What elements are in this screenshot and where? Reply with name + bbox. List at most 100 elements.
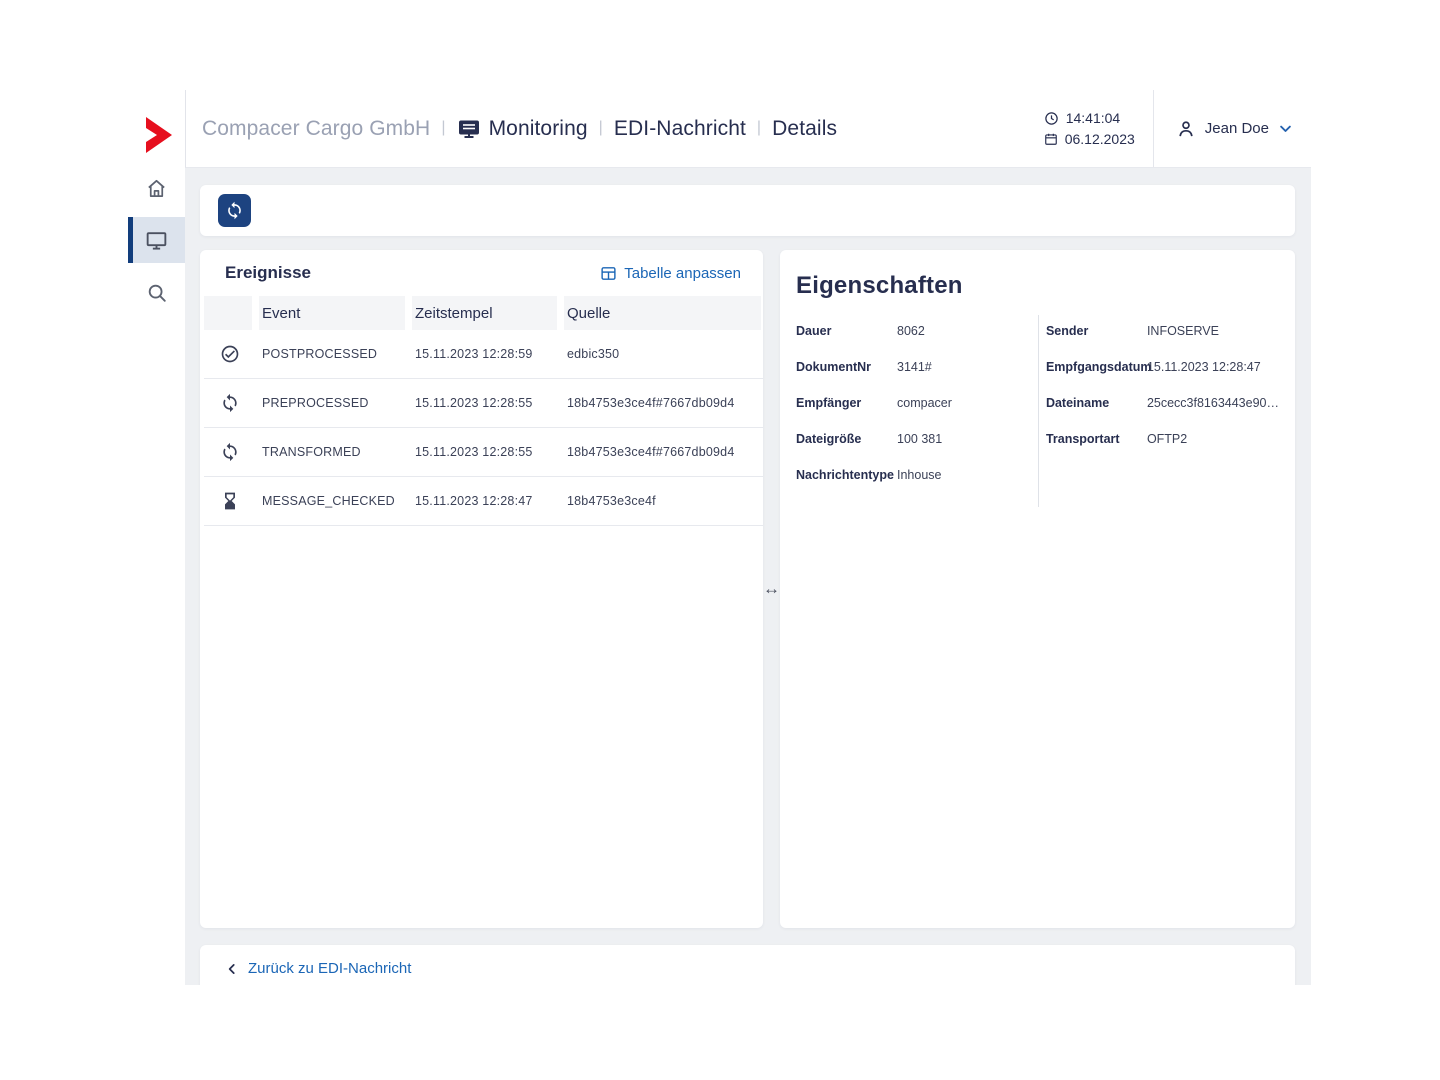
property-label: Empfgangsdatum bbox=[1046, 361, 1147, 374]
chevron-right-logo-icon bbox=[142, 114, 178, 156]
refresh-button[interactable] bbox=[218, 194, 251, 227]
source-cell: edbic350 bbox=[564, 347, 761, 361]
event-cell: TRANSFORMED bbox=[259, 445, 405, 459]
property-label: DokumentNr bbox=[796, 361, 897, 374]
sync-icon bbox=[204, 393, 252, 413]
sidebar-item-monitoring[interactable] bbox=[128, 217, 185, 263]
table-row[interactable]: TRANSFORMED 15.11.2023 12:28:55 18b4753e… bbox=[204, 428, 763, 477]
property-label: Dateigröße bbox=[796, 433, 897, 446]
clock-icon bbox=[1044, 111, 1059, 126]
properties-right-column: Sender INFOSERVE Empfgangsdatum 15.11.20… bbox=[1029, 325, 1279, 482]
property-label: Nachrichtentype bbox=[796, 469, 897, 482]
breadcrumb-separator: | bbox=[757, 119, 761, 137]
property-row: Empfänger compacer bbox=[796, 397, 1029, 410]
breadcrumb: Compacer Cargo GmbH | Monitoring | EDI-N… bbox=[186, 90, 837, 167]
home-icon bbox=[145, 177, 168, 200]
property-row: Empfgangsdatum 15.11.2023 12:28:47 bbox=[1046, 361, 1279, 374]
property-value: Inhouse bbox=[897, 469, 941, 482]
property-label: Dateiname bbox=[1046, 397, 1147, 410]
sidebar-item-home[interactable] bbox=[128, 165, 185, 211]
property-row: Nachrichtentype Inhouse bbox=[796, 469, 1029, 482]
properties-card: Eigenschaften Dauer 8062 DokumentNr 3141… bbox=[780, 250, 1295, 928]
app-header: Compacer Cargo GmbH | Monitoring | EDI-N… bbox=[185, 90, 1311, 168]
property-value: 8062 bbox=[897, 325, 925, 338]
source-cell: 18b4753e3ce4f#7667db09d4 bbox=[564, 396, 761, 410]
event-cell: MESSAGE_CHECKED bbox=[259, 494, 405, 508]
property-value: INFOSERVE bbox=[1147, 325, 1219, 338]
properties-divider bbox=[1038, 315, 1039, 507]
breadcrumb-label: Details bbox=[772, 117, 837, 141]
toolbar-card bbox=[200, 185, 1295, 236]
property-row: Dauer 8062 bbox=[796, 325, 1029, 338]
calendar-icon bbox=[1044, 132, 1058, 146]
events-card: Ereignisse Tabelle anpassen Event Zeitst… bbox=[200, 250, 763, 928]
timestamp-cell: 15.11.2023 12:28:55 bbox=[412, 445, 557, 459]
property-value: 100 381 bbox=[897, 433, 942, 446]
table-row[interactable]: POSTPROCESSED 15.11.2023 12:28:59 edbic3… bbox=[204, 330, 763, 379]
panel-resize-handle[interactable]: ↔ bbox=[763, 579, 780, 599]
property-value: 15.11.2023 12:28:47 bbox=[1147, 361, 1261, 374]
customize-table-button[interactable]: Tabelle anpassen bbox=[600, 265, 741, 282]
column-header-quelle[interactable]: Quelle bbox=[564, 296, 761, 330]
column-header-icon[interactable] bbox=[204, 296, 252, 330]
column-header-event[interactable]: Event bbox=[259, 296, 405, 330]
company-name: Compacer Cargo GmbH bbox=[202, 117, 430, 141]
sync-icon bbox=[225, 201, 244, 220]
user-icon bbox=[1176, 119, 1196, 139]
current-time: 14:41:04 bbox=[1066, 110, 1121, 126]
breadcrumb-label: EDI-Nachricht bbox=[614, 117, 746, 141]
monitoring-icon bbox=[457, 117, 481, 141]
event-cell: PREPROCESSED bbox=[259, 396, 405, 410]
events-title: Ereignisse bbox=[225, 263, 311, 283]
breadcrumb-separator: | bbox=[441, 119, 445, 137]
app-window: Compacer Cargo GmbH | Monitoring | EDI-N… bbox=[0, 0, 1440, 1080]
property-row: Transportart OFTP2 bbox=[1046, 433, 1279, 446]
breadcrumb-edi-nachricht[interactable]: EDI-Nachricht bbox=[614, 117, 746, 141]
property-label: Sender bbox=[1046, 325, 1147, 338]
sync-icon bbox=[204, 442, 252, 462]
property-value: compacer bbox=[897, 397, 952, 410]
timestamp-cell: 15.11.2023 12:28:55 bbox=[412, 396, 557, 410]
property-row: DokumentNr 3141# bbox=[796, 361, 1029, 374]
timestamp-cell: 15.11.2023 12:28:59 bbox=[412, 347, 557, 361]
breadcrumb-separator: | bbox=[599, 119, 603, 137]
properties-left-column: Dauer 8062 DokumentNr 3141# Empfänger co… bbox=[796, 325, 1029, 482]
chevron-down-icon bbox=[1278, 121, 1293, 136]
table-row[interactable]: PREPROCESSED 15.11.2023 12:28:55 18b4753… bbox=[204, 379, 763, 428]
user-menu[interactable]: Jean Doe bbox=[1154, 90, 1311, 167]
property-row: Dateiname 25cecc3f8163443e90… bbox=[1046, 397, 1279, 410]
timestamp-cell: 15.11.2023 12:28:47 bbox=[412, 494, 557, 508]
search-icon bbox=[146, 282, 168, 304]
back-to-edi-link[interactable]: Zurück zu EDI-Nachricht bbox=[225, 960, 411, 977]
main-content: Ereignisse Tabelle anpassen Event Zeitst… bbox=[185, 168, 1311, 985]
events-table-header: Event Zeitstempel Quelle bbox=[204, 296, 763, 330]
property-value: 25cecc3f8163443e90… bbox=[1147, 397, 1279, 410]
check-circle-icon bbox=[204, 344, 252, 364]
breadcrumb-monitoring[interactable]: Monitoring bbox=[457, 117, 588, 141]
property-label: Transportart bbox=[1046, 433, 1147, 446]
properties-title: Eigenschaften bbox=[796, 272, 1279, 300]
property-row: Sender INFOSERVE bbox=[1046, 325, 1279, 338]
brand-logo[interactable] bbox=[142, 114, 178, 156]
property-value: 3141# bbox=[897, 361, 932, 374]
current-date: 06.12.2023 bbox=[1065, 131, 1135, 147]
header-right: 14:41:04 06.12.2023 bbox=[1044, 90, 1311, 167]
property-row: Dateigröße 100 381 bbox=[796, 433, 1029, 446]
table-row[interactable]: MESSAGE_CHECKED 15.11.2023 12:28:47 18b4… bbox=[204, 477, 763, 526]
footer-card: Zurück zu EDI-Nachricht bbox=[200, 945, 1295, 985]
hourglass-icon bbox=[204, 491, 252, 511]
property-label: Dauer bbox=[796, 325, 897, 338]
source-cell: 18b4753e3ce4f#7667db09d4 bbox=[564, 445, 761, 459]
datetime-display: 14:41:04 06.12.2023 bbox=[1044, 90, 1153, 167]
property-value: OFTP2 bbox=[1147, 433, 1187, 446]
user-name: Jean Doe bbox=[1205, 120, 1269, 137]
column-header-zeitstempel[interactable]: Zeitstempel bbox=[412, 296, 557, 330]
breadcrumb-details[interactable]: Details bbox=[772, 117, 837, 141]
event-cell: POSTPROCESSED bbox=[259, 347, 405, 361]
sidebar-item-search[interactable] bbox=[128, 270, 185, 316]
chevron-left-icon bbox=[225, 962, 239, 976]
property-label: Empfänger bbox=[796, 397, 897, 410]
monitor-icon bbox=[144, 228, 169, 253]
source-cell: 18b4753e3ce4f bbox=[564, 494, 761, 508]
breadcrumb-label: Monitoring bbox=[489, 117, 588, 141]
